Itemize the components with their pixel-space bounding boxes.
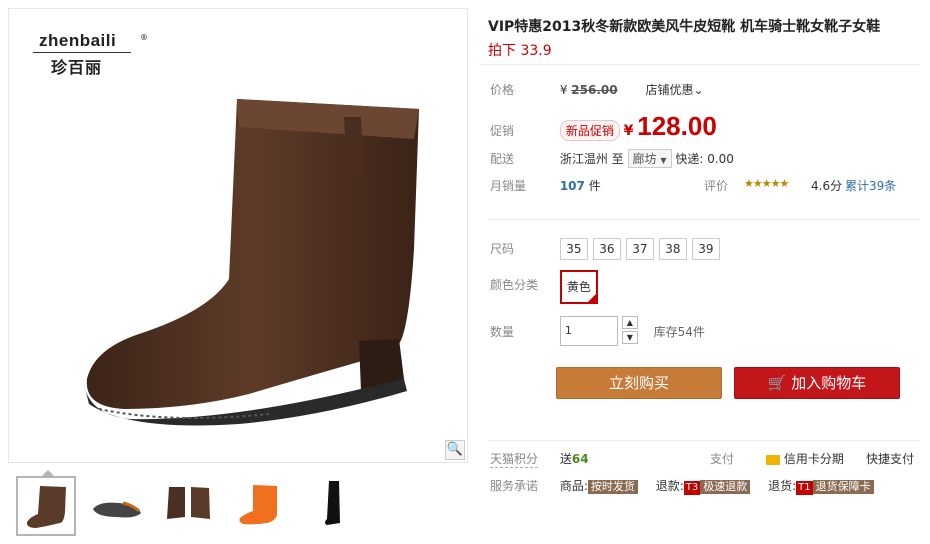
active-thumb-arrow [42, 470, 54, 476]
points-row: 天猫积分 送64 支付 信用卡分期 快捷支付 [490, 450, 920, 468]
size-label: 尺码 [490, 242, 515, 256]
points-value: 64 [571, 452, 589, 466]
pay-label: 支付 [710, 452, 735, 466]
cart-icon: 🛒 [767, 374, 787, 392]
brand-logo: zhenbaili ® 珍百丽 [33, 27, 148, 77]
add-to-cart-button[interactable]: 🛒 加入购物车 [734, 367, 900, 399]
thumbnail-4[interactable] [232, 476, 292, 536]
quantity-label: 数量 [490, 324, 515, 339]
goods-label: 商品: [559, 479, 588, 493]
decrement-button[interactable]: ▼ [621, 331, 638, 344]
shipping-label: 配送 [490, 152, 515, 166]
yen-sign: ¥ [559, 83, 568, 97]
color-value: 黄色 [566, 280, 591, 294]
add-to-cart-label: 加入购物车 [791, 374, 867, 392]
size-option[interactable]: 38 [658, 238, 687, 260]
goods-badge[interactable]: 按时发货 [587, 480, 638, 494]
chevron-down-icon: ⌄ [693, 83, 704, 97]
thumbnail-5[interactable] [304, 476, 364, 536]
review-count-link[interactable]: 累计39条 [845, 177, 896, 194]
points-prefix: 送 [559, 452, 572, 466]
thumb-boot-sole [93, 501, 141, 518]
credit-card-icon [766, 454, 780, 465]
express-label: 快递: [675, 152, 704, 166]
shipping-row: 配送 浙江温州 至 廊坊 ▼ 快递: 0.00 [490, 149, 734, 168]
sales-unit: 件 [588, 179, 601, 193]
selected-check-icon [586, 293, 597, 303]
thumbnail-1[interactable] [16, 470, 76, 536]
promo-row: 促销 新品促销 ¥ 128.00 [490, 111, 717, 142]
footer-divider [488, 440, 920, 441]
caret-down-icon: ▼ [660, 156, 667, 165]
logo-divider [33, 52, 131, 53]
size-option[interactable]: 35 [559, 238, 588, 260]
stock-text: 库存54件 [653, 324, 705, 339]
product-title: VIP特惠2013秋冬新款欧美风牛皮短靴 机车骑士靴女靴子女鞋 [488, 19, 881, 35]
ship-to-word: 至 [611, 152, 624, 166]
buy-now-button[interactable]: 立刻购买 [556, 367, 722, 399]
promo-price: 128.00 [637, 111, 717, 141]
points-label[interactable]: 天猫积分 [490, 450, 539, 468]
boot-image [84, 99, 419, 426]
quantity-row: 数量 1 ▲ ▼ 库存54件 [490, 316, 705, 346]
color-label: 颜色分类 [490, 278, 539, 292]
size-option[interactable]: 39 [691, 238, 720, 260]
shop-discount-text: 店铺优惠 [645, 83, 694, 97]
rating-score: 4.6分 [811, 179, 843, 193]
destination-select[interactable]: 廊坊 ▼ [627, 149, 672, 168]
thumb-boot-orange [239, 485, 277, 525]
zoom-button[interactable]: 🔍 [445, 440, 465, 460]
quantity-stepper: ▲ ▼ [621, 316, 638, 346]
product-info: VIP特惠2013秋冬新款欧美风牛皮短靴 机车骑士靴女靴子女鞋 拍下 33.9 … [480, 0, 930, 544]
original-price: 256.00 [571, 83, 618, 97]
promo-tag: 新品促销 [559, 120, 620, 141]
color-option-selected[interactable]: 黄色 [559, 270, 598, 304]
sales-count: 107 [559, 179, 585, 193]
rating-stars-icon: ★★★★★ [744, 177, 789, 190]
price-row: 价格 ¥ 256.00 店铺优惠⌄ [490, 81, 704, 98]
rating-label: 评价 [704, 179, 729, 193]
brand-name-cn: 珍百丽 [51, 58, 103, 77]
service-row: 服务承诺 商品: 按时发货 退款: T3 极速退款 退货: T1 退货保障卡 [490, 477, 920, 495]
thumbnail-strip [8, 470, 468, 540]
size-option[interactable]: 37 [625, 238, 654, 260]
refund-tier: T1 [796, 481, 813, 495]
credit-text: 信用卡分期 [783, 452, 844, 466]
express-fee: 0.00 [707, 152, 734, 166]
sales-row: 月销量 107 件 评价 ★★★★★ 4.6分 累计39条 [490, 177, 910, 194]
color-row: 颜色分类 黄色 [490, 270, 598, 304]
return-label: 退款: [655, 479, 684, 493]
ship-from: 浙江温州 [559, 152, 608, 166]
main-product-image[interactable]: zhenbaili ® 珍百丽 🔍 [8, 8, 468, 463]
price-label: 价格 [490, 83, 515, 97]
credit-installment[interactable]: 信用卡分期 [766, 450, 844, 467]
size-row: 尺码 35 36 37 38 39 [490, 238, 725, 260]
sales-label: 月销量 [490, 179, 527, 193]
gallery: zhenbaili ® 珍百丽 🔍 [8, 8, 468, 544]
thumb-boot-brown [26, 486, 66, 528]
promo-label: 促销 [490, 124, 515, 138]
service-label: 服务承诺 [490, 479, 539, 493]
refund-badge[interactable]: 退货保障卡 [812, 480, 874, 494]
magnifier-icon: 🔍 [446, 442, 464, 457]
promo-yen-sign: ¥ [623, 123, 634, 139]
quick-pay[interactable]: 快捷支付 [866, 450, 914, 467]
product-subtitle: 拍下 33.9 [488, 43, 552, 59]
thumbnail-3[interactable] [160, 476, 220, 536]
thumb-boot-pair [167, 487, 210, 519]
price-panel: 价格 ¥ 256.00 店铺优惠⌄ 促销 新品促销 ¥ 128.00 配送 浙江… [480, 64, 920, 220]
thumbnail-2[interactable] [88, 476, 148, 536]
increment-button[interactable]: ▲ [621, 316, 638, 329]
return-tier: T3 [683, 481, 701, 495]
thumb-boot-black [325, 481, 340, 525]
size-option[interactable]: 36 [592, 238, 621, 260]
quantity-input[interactable]: 1 [559, 316, 618, 346]
return-badge[interactable]: 极速退款 [700, 480, 751, 494]
refund-label: 退货: [768, 479, 797, 493]
brand-reg-mark: ® [140, 33, 148, 42]
destination-value: 廊坊 [632, 152, 657, 166]
shop-discount-link[interactable]: 店铺优惠⌄ [645, 83, 703, 97]
brand-name: zhenbaili [39, 31, 117, 50]
section-divider [488, 219, 920, 220]
